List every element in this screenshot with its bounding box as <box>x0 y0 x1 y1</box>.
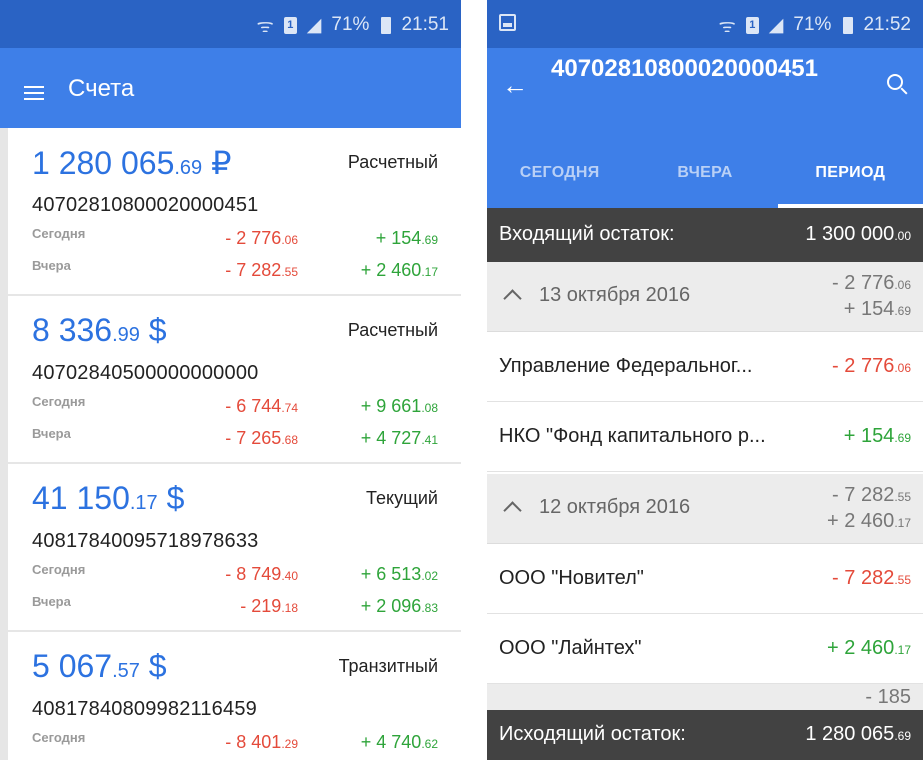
opening-balance-label: Входящий остаток: <box>499 223 675 245</box>
yesterday-label: Вчера <box>32 258 71 273</box>
screenshot-icon <box>499 14 516 31</box>
status-indicators: ᯤ 1 ◢ 71% 21:52 <box>718 12 911 38</box>
today-credit: + 6 513.02 <box>360 564 438 584</box>
opening-balance-bar: Входящий остаток: 1 300 000.00 <box>487 208 923 262</box>
battery-percent: 71% <box>793 14 832 35</box>
next-day-total: - 185 <box>865 686 911 708</box>
back-arrow-icon[interactable]: ← <box>499 70 531 101</box>
day-credit-total: + 2 460.17 <box>827 510 911 532</box>
today-debit: - 2 776.06 <box>225 228 298 248</box>
transaction-name: ООО "Новител" <box>499 567 644 589</box>
transaction-row[interactable]: НКО "Фонд капитального р... + 154.69 <box>487 402 923 472</box>
tab-period[interactable]: ПЕРИОД <box>777 144 923 208</box>
menu-icon[interactable] <box>24 86 44 100</box>
closing-balance-value: 1 280 065.69 <box>805 723 911 745</box>
account-card[interactable]: 5 067.57 $ Транзитный 408178408099821164… <box>8 632 461 760</box>
account-number: 40702840500000000000 <box>32 362 259 384</box>
account-number: 40817840809982116459 <box>32 698 257 720</box>
day-group-header[interactable]: 12 октября 2016 - 7 282.55 + 2 460.17 <box>487 474 923 544</box>
page-title: Счета <box>68 75 135 102</box>
yesterday-debit: - 7 265.68 <box>225 428 298 448</box>
day-date: 12 октября 2016 <box>539 496 691 518</box>
battery-icon <box>381 16 392 34</box>
yesterday-credit: + 2 096.83 <box>360 596 438 616</box>
signal-icon: ◢ <box>306 14 322 36</box>
closing-balance-bar: Исходящий остаток: 1 280 065.69 <box>487 710 923 760</box>
account-balance: 1 280 065.69 ₽ <box>32 145 232 181</box>
today-debit: - 6 744.74 <box>225 396 298 416</box>
chevron-up-icon <box>503 289 522 308</box>
period-tabs: СЕГОДНЯ ВЧЕРА ПЕРИОД <box>487 144 923 208</box>
transaction-amount: - 2 776.06 <box>832 355 911 377</box>
status-indicators: ᯤ 1 ◢ 71% 21:51 <box>256 12 449 38</box>
opening-balance-value: 1 300 000.00 <box>805 223 911 245</box>
accounts-screen: ᯤ 1 ◢ 71% 21:51 Счета 1 280 065.69 ₽ Рас… <box>0 0 461 760</box>
transaction-amount: - 7 282.55 <box>832 567 911 589</box>
account-type: Транзитный <box>338 656 438 676</box>
sim-icon: 1 <box>745 16 759 34</box>
account-type: Расчетный <box>347 320 438 340</box>
tab-today[interactable]: СЕГОДНЯ <box>487 144 632 208</box>
transaction-amount: + 2 460.17 <box>827 637 911 659</box>
account-balance: 5 067.57 $ <box>32 648 167 684</box>
day-debit-total: - 2 776.06 <box>832 272 911 294</box>
app-bar: Счета <box>0 48 461 128</box>
today-credit: + 4 740.62 <box>360 732 438 752</box>
transaction-row[interactable]: Управление Федеральног... - 2 776.06 <box>487 332 923 402</box>
today-label: Сегодня <box>32 226 86 241</box>
today-debit: - 8 401.29 <box>225 732 298 752</box>
today-credit: + 154.69 <box>375 228 438 248</box>
account-number: 40702810800020000451 <box>32 194 259 216</box>
yesterday-debit: - 7 282.55 <box>225 260 298 280</box>
closing-balance-label: Исходящий остаток: <box>499 723 686 745</box>
account-type: Расчетный <box>347 152 438 172</box>
yesterday-credit: + 4 727.41 <box>360 428 438 448</box>
today-label: Сегодня <box>32 562 86 577</box>
sim-icon: 1 <box>283 16 297 34</box>
day-credit-total: + 154.69 <box>843 298 911 320</box>
account-card[interactable]: 1 280 065.69 ₽ Расчетный 407028108000200… <box>8 128 461 294</box>
chevron-up-icon <box>503 501 522 520</box>
account-number: 40817840095718978633 <box>32 530 259 552</box>
account-balance: 8 336.99 $ <box>32 312 167 348</box>
clock: 21:52 <box>863 14 911 35</box>
account-card[interactable]: 8 336.99 $ Расчетный 4070284050000000000… <box>8 296 461 462</box>
battery-percent: 71% <box>331 14 370 35</box>
yesterday-label: Вчера <box>32 426 71 441</box>
next-day-header-peek: - 185 <box>487 684 923 710</box>
transaction-name: ООО "Лайнтех" <box>499 637 642 659</box>
wifi-icon: ᯤ <box>718 16 736 37</box>
status-bar: ᯤ 1 ◢ 71% 21:51 <box>0 0 461 48</box>
signal-icon: ◢ <box>768 14 784 36</box>
today-label: Сегодня <box>32 394 86 409</box>
clock: 21:51 <box>401 14 449 35</box>
account-title: 40702810800020000451 <box>551 55 818 82</box>
status-bar: ᯤ 1 ◢ 71% 21:52 <box>487 0 923 48</box>
app-bar: ← 40702810800020000451 СЕГОДНЯ ВЧЕРА ПЕР… <box>487 48 923 208</box>
account-card[interactable]: 41 150.17 $ Текущий 40817840095718978633… <box>8 464 461 630</box>
transaction-row[interactable]: ООО "Лайнтех" + 2 460.17 <box>487 614 923 684</box>
statement-screen: ᯤ 1 ◢ 71% 21:52 ← 40702810800020000451 С… <box>487 0 923 760</box>
transaction-row[interactable]: ООО "Новител" - 7 282.55 <box>487 544 923 614</box>
today-label: Сегодня <box>32 730 86 745</box>
today-credit: + 9 661.08 <box>360 396 438 416</box>
wifi-icon: ᯤ <box>256 16 274 37</box>
tab-yesterday[interactable]: ВЧЕРА <box>632 144 777 208</box>
search-icon[interactable] <box>887 74 903 90</box>
transaction-name: Управление Федеральног... <box>499 355 753 377</box>
yesterday-credit: + 2 460.17 <box>360 260 438 280</box>
today-debit: - 8 749.40 <box>225 564 298 584</box>
yesterday-debit: - 219.18 <box>240 596 298 616</box>
account-type: Текущий <box>366 488 438 508</box>
account-balance: 41 150.17 $ <box>32 480 185 516</box>
day-group-header[interactable]: 13 октября 2016 - 2 776.06 + 154.69 <box>487 262 923 332</box>
yesterday-label: Вчера <box>32 594 71 609</box>
battery-icon <box>843 16 854 34</box>
transaction-name: НКО "Фонд капитального р... <box>499 425 766 447</box>
day-debit-total: - 7 282.55 <box>832 484 911 506</box>
day-date: 13 октября 2016 <box>539 284 691 306</box>
transaction-amount: + 154.69 <box>843 425 911 447</box>
